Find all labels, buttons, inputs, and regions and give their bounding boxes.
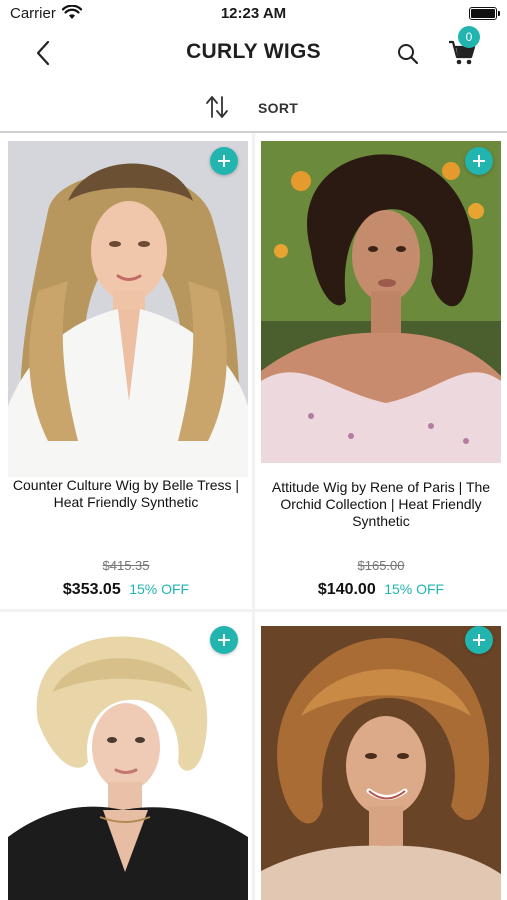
cart-count-badge: 0: [458, 26, 480, 48]
add-to-cart-button[interactable]: [210, 147, 238, 175]
product-info: Attitude Wig by Rene of Paris | The Orch…: [255, 479, 507, 530]
add-to-cart-button[interactable]: [210, 626, 238, 654]
sort-bar: SORT: [0, 86, 507, 130]
sale-price: $353.05: [62, 581, 121, 598]
discount-label: 15% OFF: [129, 581, 190, 597]
product-name: Attitude Wig by Rene of Paris | The Orch…: [271, 479, 491, 529]
product-image: [8, 612, 248, 900]
price-row: $140.00 15% OFF: [255, 581, 507, 599]
chevron-left-icon: [36, 40, 50, 66]
sale-price: $140.00: [317, 581, 376, 598]
sort-icon: [206, 96, 228, 118]
search-icon: [398, 44, 419, 65]
back-button[interactable]: [26, 38, 62, 68]
discount-label: 15% OFF: [384, 581, 445, 597]
add-to-cart-button[interactable]: [465, 147, 493, 175]
search-button[interactable]: [394, 40, 422, 68]
product-grid: Counter Culture Wig by Belle Tress | Hea…: [0, 133, 507, 900]
price-row: $353.05 15% OFF: [0, 581, 252, 599]
status-bar: Carrier 12:23 AM: [0, 0, 507, 28]
page-title: CURLY WIGS: [186, 40, 321, 63]
navigation-bar: CURLY WIGS: [0, 28, 507, 78]
product-image: [261, 626, 501, 900]
product-card[interactable]: Attitude Wig by Rene of Paris | The Orch…: [255, 133, 507, 609]
original-price: $415.35: [102, 558, 150, 573]
product-name: Counter Culture Wig by Belle Tress | Hea…: [12, 477, 240, 510]
original-price: $165.00: [357, 558, 405, 573]
product-card[interactable]: Counter Culture Wig by Belle Tress | Hea…: [0, 133, 252, 609]
product-info: Counter Culture Wig by Belle Tress | Hea…: [0, 477, 252, 511]
product-card[interactable]: [255, 612, 507, 900]
sort-button[interactable]: SORT: [200, 90, 310, 126]
product-image: [8, 141, 248, 477]
product-card[interactable]: [0, 612, 252, 900]
product-image: [261, 141, 501, 463]
add-to-cart-button[interactable]: [465, 626, 493, 654]
clock: 12:23 AM: [220, 5, 287, 22]
sort-label: SORT: [258, 100, 299, 116]
battery-icon: [469, 7, 500, 20]
